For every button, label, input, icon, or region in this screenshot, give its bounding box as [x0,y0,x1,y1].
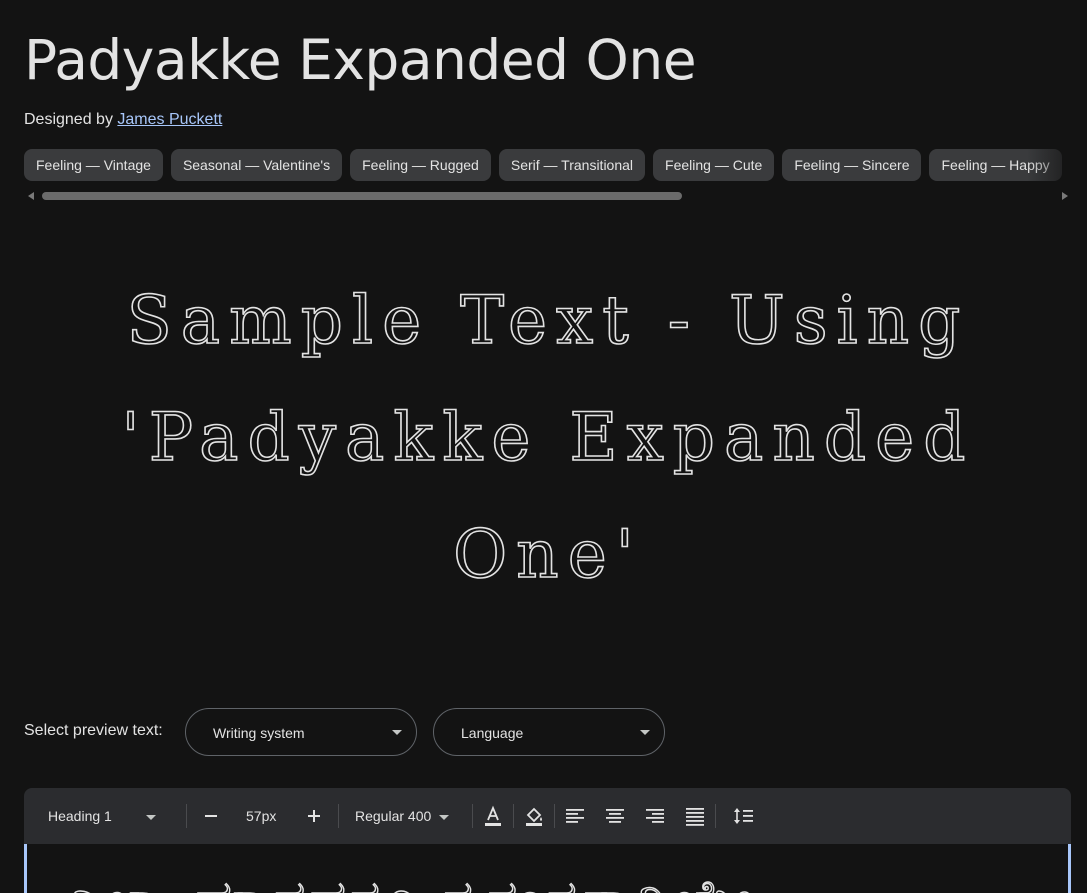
editor-toolbar: Heading 1 57px Regular 400 [24,788,1071,844]
tag-list-fade [1027,149,1087,181]
tag-chip[interactable]: Serif — Transitional [498,149,646,181]
align-right-icon[interactable] [643,804,667,828]
background-color-icon[interactable] [522,804,546,828]
align-center-icon[interactable] [603,804,627,828]
font-specimen-page: Padyakke Expanded One Designed by James … [0,0,1087,893]
decrease-size-icon[interactable] [199,804,223,828]
tag-chip[interactable]: Seasonal — Valentine's [170,149,343,181]
text-color-icon[interactable] [481,804,505,828]
toolbar-divider [186,804,187,828]
page-title: Padyakke Expanded One [24,28,697,92]
chevron-down-icon [640,730,650,735]
sample-text-preview: Sample Text - Using 'Padyakke Expanded O… [121,281,975,594]
text-style-value: Heading 1 [48,808,112,824]
font-weight-select[interactable]: Regular 400 [355,788,450,844]
align-left-icon[interactable] [563,804,587,828]
preview-text-label: Select preview text: [24,722,163,739]
tag-chip[interactable]: Feeling — Sincere [782,149,922,181]
line-height-icon[interactable] [732,804,756,828]
preview-text-selector: Select preview text: Writing system Lang… [24,708,724,756]
increase-size-icon[interactable] [302,804,326,828]
chevron-down-icon [145,814,156,820]
language-select[interactable]: Language [433,708,665,756]
chevron-down-icon [439,814,450,820]
font-weight-value: Regular 400 [355,808,432,824]
toolbar-divider [715,804,716,828]
font-size-value[interactable]: 57px [246,788,276,844]
toolbar-divider [338,804,339,828]
designed-by-label: Designed by [24,111,113,128]
align-justify-icon[interactable] [683,804,707,828]
writing-system-value: Writing system [213,725,305,741]
editor-preview-text[interactable]: ಎಲ್ಲಾ ಮಾನವರೂ ಸ್ವತಂತ್ರರಾಗಿಯೇ [64,867,757,893]
toolbar-divider [513,804,514,828]
preview-editor[interactable]: ಎಲ್ಲಾ ಮಾನವರೂ ಸ್ವತಂತ್ರರಾಗಿಯೇ [24,844,1071,893]
scroll-right-arrow-icon[interactable] [1062,192,1068,200]
scroll-left-arrow-icon[interactable] [28,192,34,200]
tag-scrollbar[interactable] [24,190,1072,202]
designer-link[interactable]: James Puckett [117,111,222,128]
tag-chip[interactable]: Feeling — Vintage [24,149,163,181]
tag-chip[interactable]: Feeling — Cute [653,149,775,181]
tag-list: Feeling — Vintage Seasonal — Valentine's F… [24,149,1087,181]
toolbar-divider [554,804,555,828]
text-style-select[interactable]: Heading 1 [48,788,156,844]
toolbar-divider [472,804,473,828]
designer-line: Designed by James Puckett [24,111,222,129]
writing-system-select[interactable]: Writing system [185,708,417,756]
chevron-down-icon [392,730,402,735]
language-value: Language [461,725,524,741]
scrollbar-thumb[interactable] [42,192,682,200]
tag-chip[interactable]: Feeling — Rugged [350,149,491,181]
